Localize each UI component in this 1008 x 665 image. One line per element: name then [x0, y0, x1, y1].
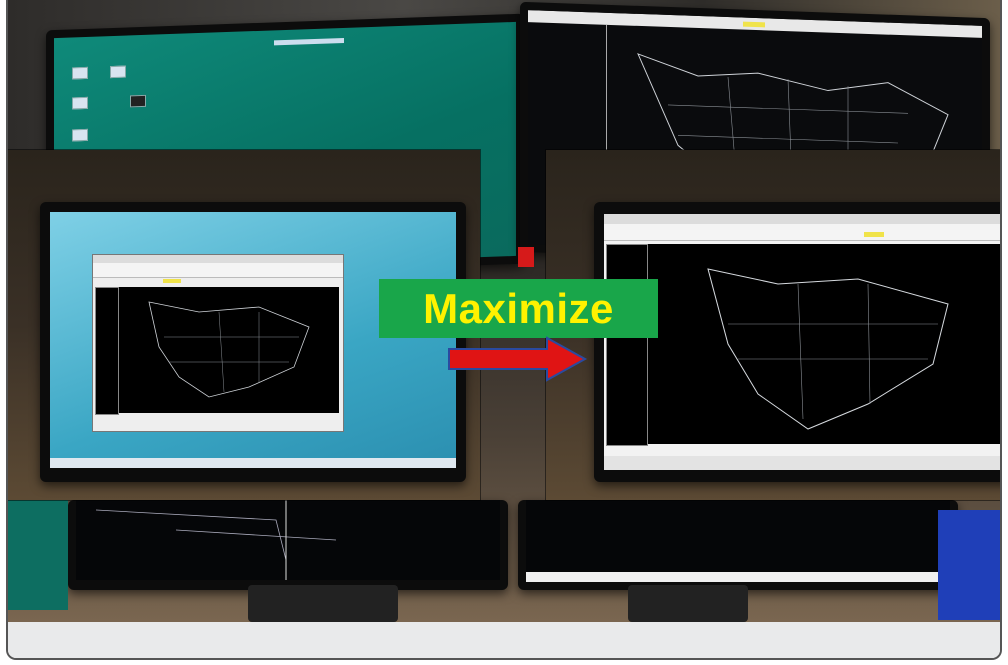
side-monitor-left — [8, 500, 68, 610]
monitor-stand — [248, 585, 398, 622]
map-screen-lower — [526, 500, 950, 572]
app-map-view — [119, 287, 339, 413]
desktop-icon — [72, 96, 88, 110]
map-outline-icon — [707, 268, 949, 430]
app-window-normal — [92, 254, 344, 432]
top-panel — [274, 37, 344, 46]
map-outline-icon — [148, 301, 310, 398]
monitor-bottom-left — [68, 500, 508, 590]
slide-frame: Maximize — [6, 0, 1002, 660]
app-toolbar — [604, 224, 1000, 241]
maximize-label-text: Maximize — [423, 284, 614, 332]
monitor-after — [594, 202, 1000, 482]
map-outline-icon — [95, 500, 337, 580]
maximize-label: Maximize — [379, 279, 658, 338]
monitor-bottom-right — [518, 500, 958, 590]
toolbar-highlight — [163, 279, 181, 283]
side-monitor-right — [938, 510, 1000, 620]
map-screen-lower — [76, 500, 500, 580]
desktop-icon — [130, 94, 146, 108]
background-photo: Maximize — [8, 0, 1000, 622]
toolbar-highlight — [864, 232, 884, 237]
monitor-before — [40, 202, 466, 482]
slide-bottom-area — [8, 622, 1000, 658]
desktop-icon — [72, 66, 88, 80]
os-taskbar — [50, 458, 456, 468]
desktop-icon — [110, 65, 126, 79]
thumbnail-panel — [606, 244, 648, 446]
small-red-label — [518, 247, 534, 267]
os-taskbar — [604, 456, 1000, 470]
app-map-view — [648, 244, 1000, 444]
app-maximized — [604, 214, 1000, 470]
desktop-icon — [72, 128, 88, 142]
lower-taskbar — [526, 572, 950, 582]
app-toolbar — [93, 263, 343, 278]
arrow-right-icon — [448, 336, 588, 382]
desktop-screen-before — [50, 212, 456, 468]
monitor-stand — [628, 585, 748, 622]
thumbnail-panel — [95, 287, 119, 415]
